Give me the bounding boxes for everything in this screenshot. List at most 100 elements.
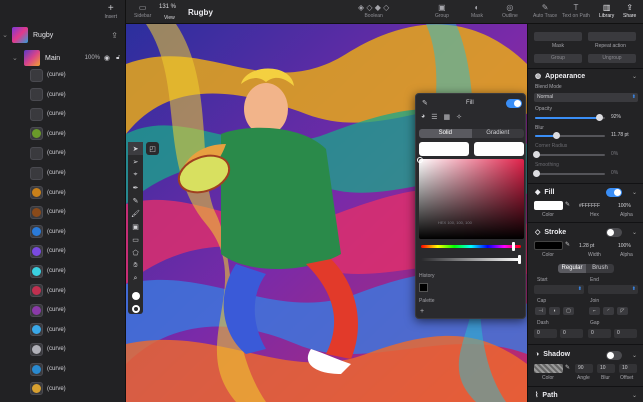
fill-enabled-toggle[interactable] xyxy=(606,188,622,197)
export-icon[interactable]: ⇪ xyxy=(111,31,118,40)
view-label[interactable]: View xyxy=(164,15,175,21)
layer-item[interactable]: (curve) xyxy=(0,301,126,319)
group-button[interactable]: ▣ Group xyxy=(435,3,449,19)
layer-item[interactable]: (curve) xyxy=(0,125,126,143)
mask-button[interactable]: ◐ Mask xyxy=(471,3,483,19)
gap-field-2[interactable]: 0 xyxy=(614,329,637,338)
eyedropper-icon[interactable]: ✎ xyxy=(565,241,570,248)
library-button[interactable]: ▥ Library xyxy=(599,3,614,19)
hue-slider[interactable] xyxy=(421,242,521,251)
dash-field-2[interactable]: 0 xyxy=(560,329,583,338)
current-color-well[interactable] xyxy=(419,142,469,156)
layer-item[interactable]: (curve) xyxy=(0,164,126,182)
hue-slider-knob[interactable] xyxy=(512,242,515,251)
layer-opacity[interactable]: 100% xyxy=(85,55,100,61)
smoothing-slider[interactable] xyxy=(533,170,605,177)
alpha-slider[interactable] xyxy=(421,255,521,264)
pen-tool-icon[interactable]: ✒ xyxy=(128,181,143,194)
saturation-brightness-picker[interactable]: HEX 100, 100, 100 xyxy=(417,157,524,239)
path-header[interactable]: ⌇ Path xyxy=(535,391,558,400)
eyedropper-icon[interactable]: ✎ xyxy=(565,201,570,208)
document-row[interactable]: ⌄ Rugby ⇪ xyxy=(0,26,126,44)
round-cap-icon[interactable]: ◖ xyxy=(549,307,560,315)
history-swatch[interactable] xyxy=(419,283,428,292)
fill-alpha-value[interactable]: 100% xyxy=(618,203,631,209)
end-arrow-select[interactable]: ⬍ xyxy=(588,285,638,294)
chevron-down-icon[interactable]: ⌄ xyxy=(12,54,22,62)
alpha-slider-knob[interactable] xyxy=(518,255,521,264)
fill-hex-value[interactable]: #FFFFFF xyxy=(579,203,600,209)
layer-item[interactable]: (curve) xyxy=(0,223,126,241)
boolean-button[interactable]: ◈ ◇ ◆ ◇ Boolean xyxy=(358,3,389,19)
corner-radius-knob[interactable] xyxy=(533,151,540,158)
lock-icon[interactable]: 🔓︎ xyxy=(116,55,120,62)
shadow-blur-field[interactable]: 10 xyxy=(597,364,615,373)
layer-item[interactable]: (curve) xyxy=(0,66,126,84)
round-join-icon[interactable]: ◜ xyxy=(603,307,614,315)
eyedropper-icon[interactable]: ✎ xyxy=(422,99,428,107)
layer-item[interactable]: (curve) xyxy=(0,262,126,280)
fill-header[interactable]: ◆ Fill xyxy=(535,188,555,197)
blur-slider[interactable] xyxy=(535,132,605,139)
fill-toggle[interactable] xyxy=(506,99,522,108)
layer-item[interactable]: (curve) xyxy=(0,242,126,260)
chevron-down-icon[interactable]: ⌄ xyxy=(0,31,10,39)
layer-item[interactable]: (curve) xyxy=(0,184,126,202)
smoothing-value[interactable]: 0% xyxy=(611,170,618,176)
fill-color-swatch[interactable] xyxy=(128,289,143,302)
chevron-down-icon[interactable]: ⌄ xyxy=(632,189,637,196)
rectangle-tool-icon[interactable]: ▭ xyxy=(128,233,143,246)
stroke-color-swatch[interactable] xyxy=(128,302,143,315)
layer-item[interactable]: (curve) xyxy=(0,282,126,300)
zoom-tool-icon[interactable]: ⌕ xyxy=(128,272,143,285)
shadow-offset-field[interactable]: 10 xyxy=(619,364,637,373)
shadow-header[interactable]: ◑ Shadow xyxy=(535,351,570,358)
regular-tab[interactable]: Regular xyxy=(558,264,586,273)
mask-btn-top[interactable] xyxy=(534,32,582,41)
previous-color-well[interactable] xyxy=(474,142,524,156)
swatches-icon[interactable]: ▦ xyxy=(444,113,451,121)
sparkle-icon[interactable]: ✧ xyxy=(456,113,462,121)
miter-join-icon[interactable]: ⌐ xyxy=(589,307,600,315)
butt-cap-icon[interactable]: ⊣ xyxy=(535,307,546,315)
shadow-color-swatch[interactable] xyxy=(534,364,563,373)
opacity-value[interactable]: 92% xyxy=(611,114,621,120)
shadow-enabled-toggle[interactable] xyxy=(606,351,622,360)
layer-item[interactable]: (curve) xyxy=(0,321,126,339)
sliders-icon[interactable]: ☰ xyxy=(431,113,437,121)
layer-item[interactable]: (curve) xyxy=(0,360,126,378)
visibility-eye-icon[interactable]: ◉ xyxy=(104,54,110,62)
color-wheel-icon[interactable]: ◕ xyxy=(421,113,425,121)
start-arrow-select[interactable]: ⬍ xyxy=(534,285,584,294)
hand-tool-icon[interactable]: ✋︎ xyxy=(128,259,143,272)
chevron-down-icon[interactable]: ⌄ xyxy=(632,229,637,236)
layer-item[interactable]: (curve) xyxy=(0,105,126,123)
stroke-color-swatch[interactable] xyxy=(534,241,563,250)
stroke-enabled-toggle[interactable] xyxy=(606,228,622,237)
stroke-header[interactable]: ◇ Stroke xyxy=(535,228,566,237)
sidebar-toggle-button[interactable]: ▭ Sidebar xyxy=(134,3,151,19)
zoom-level[interactable]: 131 % xyxy=(159,4,176,10)
direct-select-tool-icon[interactable]: ➢ xyxy=(128,155,143,168)
image-tool-icon[interactable]: ▣ xyxy=(128,220,143,233)
gap-field[interactable]: 0 xyxy=(588,329,611,338)
layer-item[interactable]: (curve) xyxy=(0,86,126,104)
fill-color-swatch[interactable] xyxy=(534,201,563,210)
chevron-down-icon[interactable]: ⌄ xyxy=(632,352,637,359)
dash-field[interactable]: 0 xyxy=(534,329,557,338)
layer-item[interactable]: (curve) xyxy=(0,144,126,162)
ungroup-button[interactable]: Ungroup xyxy=(588,54,636,63)
insert-button[interactable]: + Insert xyxy=(104,4,117,21)
opacity-slider[interactable] xyxy=(535,114,605,121)
solid-tab[interactable]: Solid xyxy=(419,129,472,138)
layer-item[interactable]: (curve) xyxy=(0,380,126,398)
node-tool-icon[interactable]: ⌖ xyxy=(128,168,143,181)
shadow-angle-field[interactable]: 90 xyxy=(575,364,593,373)
blur-slider-knob[interactable] xyxy=(553,132,560,139)
stroke-width-value[interactable]: 1.28 pt xyxy=(579,243,594,249)
opacity-slider-knob[interactable] xyxy=(596,114,604,121)
picker-handle[interactable] xyxy=(417,157,423,163)
brush-tab[interactable]: Brush xyxy=(586,264,614,273)
main-layer-row[interactable]: ⌄ Main 100% ◉ 🔓︎ xyxy=(0,49,126,67)
text-on-path-button[interactable]: T Text on Path xyxy=(562,3,590,19)
